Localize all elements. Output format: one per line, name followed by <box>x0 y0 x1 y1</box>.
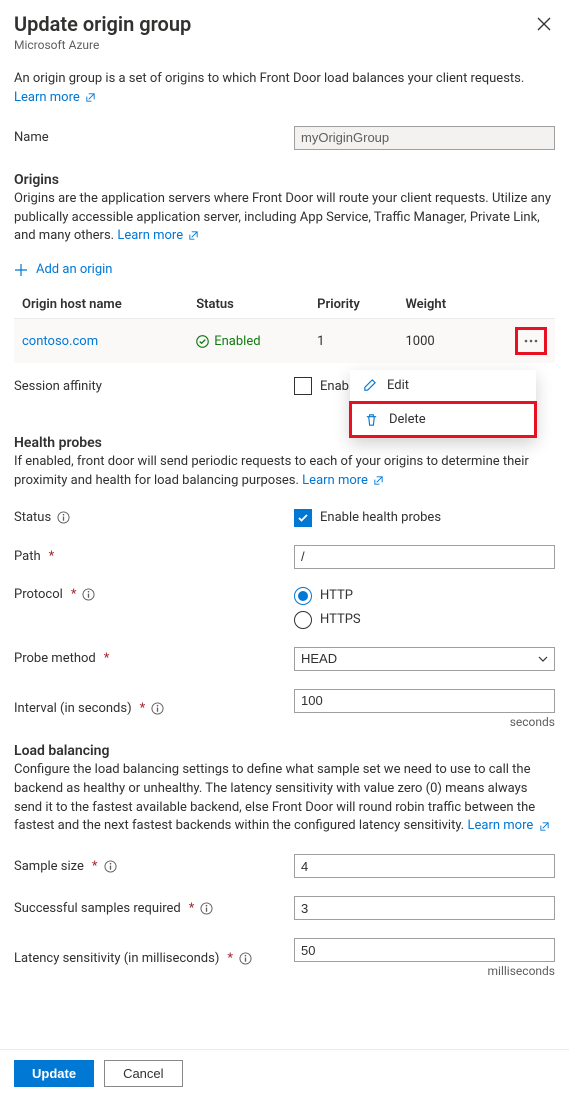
row-actions-button[interactable] <box>519 331 543 351</box>
protocol-label: Protocol <box>14 587 63 602</box>
successful-samples-input[interactable] <box>294 896 555 920</box>
health-section-desc: If enabled, front door will send periodi… <box>14 454 529 488</box>
latency-unit: milliseconds <box>294 964 555 978</box>
external-link-icon <box>373 475 384 486</box>
sample-size-input[interactable] <box>294 854 555 878</box>
external-link-icon <box>85 92 96 103</box>
origins-section-title: Origins <box>14 172 555 188</box>
col-status: Status <box>188 291 309 319</box>
health-learn-more-link[interactable]: Learn more <box>302 473 384 488</box>
menu-edit[interactable]: Edit <box>350 370 536 401</box>
weight-value: 1000 <box>397 319 482 364</box>
menu-edit-label: Edit <box>387 378 409 393</box>
probe-method-select[interactable]: HEAD <box>294 647 555 671</box>
name-input <box>294 126 555 150</box>
lb-learn-more-label: Learn more <box>467 818 533 833</box>
origin-host-link[interactable]: contoso.com <box>22 334 98 349</box>
plus-icon <box>14 263 28 277</box>
status-text: Enabled <box>214 334 260 349</box>
ellipsis-icon <box>523 333 539 349</box>
interval-unit: seconds <box>294 715 555 729</box>
close-button[interactable] <box>533 12 555 39</box>
radio-checked-icon <box>294 587 312 605</box>
protocol-https-label: HTTPS <box>320 612 361 627</box>
protocol-https-radio[interactable]: HTTPS <box>294 611 555 629</box>
lb-learn-more-link[interactable]: Learn more <box>467 818 549 833</box>
health-status-label: Status <box>14 510 51 525</box>
latency-label: Latency sensitivity (in milliseconds) <box>14 951 219 966</box>
external-link-icon <box>188 230 199 241</box>
protocol-http-label: HTTP <box>320 588 353 603</box>
menu-delete[interactable]: Delete <box>352 404 534 435</box>
add-origin-button[interactable]: Add an origin <box>14 262 555 277</box>
priority-value: 1 <box>309 319 397 364</box>
intro-learn-more-link[interactable]: Learn more <box>14 90 96 105</box>
intro-learn-more-label: Learn more <box>14 90 80 105</box>
row-context-menu: Edit Delete <box>350 370 536 438</box>
info-icon[interactable] <box>57 511 70 524</box>
info-icon[interactable] <box>104 860 117 873</box>
interval-input[interactable] <box>294 689 555 713</box>
col-weight: Weight <box>397 291 482 319</box>
footer: Update Cancel <box>0 1049 569 1097</box>
path-label: Path <box>14 549 41 564</box>
origins-section-desc: Origins are the application servers wher… <box>14 191 551 244</box>
info-icon[interactable] <box>82 588 95 601</box>
close-icon <box>537 17 551 31</box>
origins-learn-more-label: Learn more <box>117 228 183 243</box>
sample-size-label: Sample size <box>14 859 84 874</box>
interval-label: Interval (in seconds) <box>14 701 132 716</box>
health-learn-more-label: Learn more <box>302 473 368 488</box>
session-affinity-label: Session affinity <box>14 379 294 394</box>
successful-samples-label: Successful samples required <box>14 901 181 916</box>
origins-learn-more-link[interactable]: Learn more <box>117 228 199 243</box>
probe-method-label: Probe method <box>14 651 96 666</box>
info-icon[interactable] <box>239 952 252 965</box>
table-row: contoso.com Enabled 1 1000 <box>14 319 555 364</box>
info-icon[interactable] <box>200 902 213 915</box>
enable-health-probes-checkbox[interactable]: Enable health probes <box>294 509 555 527</box>
edit-icon <box>362 378 377 393</box>
info-icon[interactable] <box>151 702 164 715</box>
update-button[interactable]: Update <box>14 1060 94 1087</box>
checkbox-icon <box>294 377 312 395</box>
name-label: Name <box>14 130 294 145</box>
lb-section-title: Load balancing <box>14 743 555 759</box>
origins-table-header: Origin host name Status Priority Weight <box>14 291 555 319</box>
check-circle-icon <box>196 335 209 348</box>
intro-text: An origin group is a set of origins to w… <box>14 71 524 86</box>
cancel-button[interactable]: Cancel <box>104 1060 182 1087</box>
checkbox-checked-icon <box>294 509 312 527</box>
lb-section-desc: Configure the load balancing settings to… <box>14 762 535 834</box>
page-subtitle: Microsoft Azure <box>14 38 191 52</box>
menu-delete-label: Delete <box>389 412 426 427</box>
enable-health-probes-label: Enable health probes <box>320 510 441 525</box>
status-badge: Enabled <box>196 334 301 349</box>
col-priority: Priority <box>309 291 397 319</box>
delete-icon <box>364 412 379 427</box>
latency-input[interactable] <box>294 938 555 962</box>
page-title: Update origin group <box>14 12 191 36</box>
col-host: Origin host name <box>14 291 188 319</box>
external-link-icon <box>539 821 550 832</box>
path-input[interactable] <box>294 545 555 569</box>
add-origin-label: Add an origin <box>36 262 112 277</box>
protocol-http-radio[interactable]: HTTP <box>294 587 555 605</box>
radio-icon <box>294 611 312 629</box>
